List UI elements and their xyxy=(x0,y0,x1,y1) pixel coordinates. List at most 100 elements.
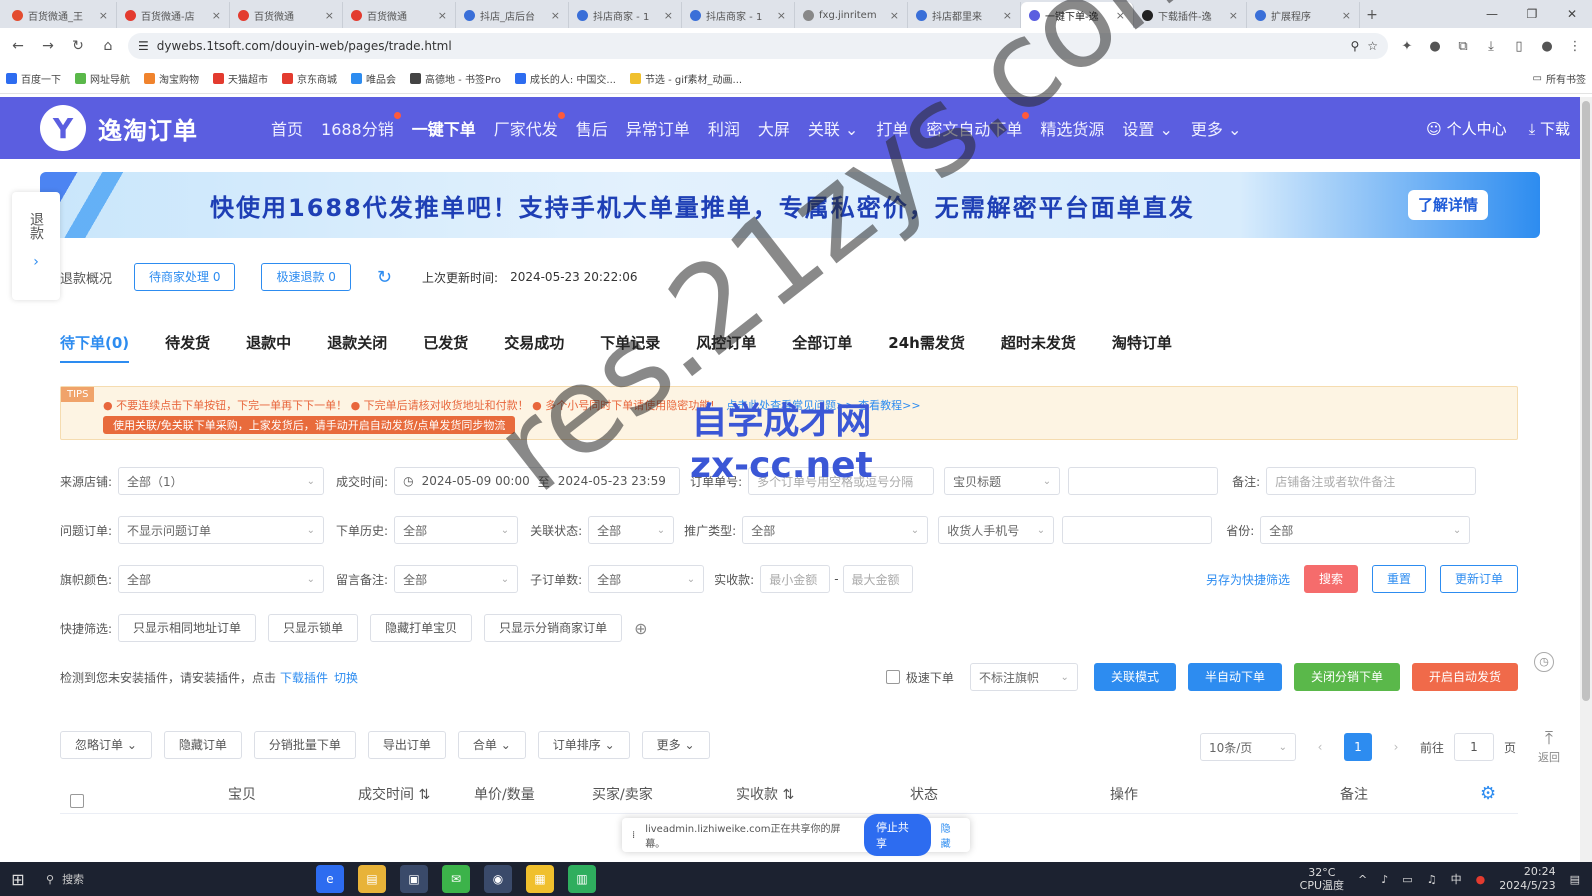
bookmark-item[interactable]: 百度一下 xyxy=(6,71,61,86)
edge-icon[interactable]: e xyxy=(316,865,344,893)
status-tab[interactable]: 全部订单 xyxy=(792,332,870,363)
half-auto-order-button[interactable]: 半自动下单 xyxy=(1187,663,1282,691)
remark-input[interactable]: 店铺备注或者软件备注 xyxy=(1266,467,1477,495)
tips-help-link[interactable]: 点击此处查看常见问题>> 查看教程>> xyxy=(726,399,920,412)
notification-icon[interactable]: ▤ xyxy=(1570,873,1580,886)
sidebar-icon[interactable]: ▯ xyxy=(1510,39,1528,54)
bookmark-star-icon[interactable]: ☆ xyxy=(1367,39,1378,53)
browser-tab[interactable]: 抖店都里来 × xyxy=(908,2,1021,28)
zoom-icon[interactable]: ⚲ xyxy=(1350,39,1359,53)
status-tab[interactable]: 已发货 xyxy=(423,332,486,363)
history-select[interactable]: 全部 ⌄ xyxy=(394,516,519,544)
personal-center-link[interactable]: ☺ 个人中心 xyxy=(1426,118,1506,139)
bookmark-item[interactable]: 淘宝购物 xyxy=(144,71,199,86)
nav-item[interactable]: 密文自动下单 xyxy=(917,112,1031,140)
profile-icon[interactable]: ● xyxy=(1538,39,1556,54)
status-tab[interactable]: 下单记录 xyxy=(600,332,678,363)
time-range-picker[interactable]: ◷ 2024-05-09 00:00 至 2024-05-23 23:59 xyxy=(394,467,681,495)
spreadsheet-icon[interactable]: ▥ xyxy=(568,865,596,893)
taskbar-search[interactable]: ⚲ 搜索 xyxy=(36,871,276,887)
auto-ship-button[interactable]: 开启自动发货 xyxy=(1411,663,1518,691)
phone-input[interactable] xyxy=(1062,516,1213,544)
problem-select[interactable]: 不显示问题订单 ⌄ xyxy=(118,516,325,544)
browser-tab[interactable]: 百货微通_王 × xyxy=(4,2,117,28)
nav-item[interactable]: 首页 xyxy=(262,116,312,140)
quick-filter-hide-printed[interactable]: 隐藏打单宝贝 xyxy=(370,614,473,642)
status-tab[interactable]: 待下单(0) xyxy=(60,332,147,363)
tray-chevron-icon[interactable]: ^ xyxy=(1358,873,1367,886)
quick-filter-same-address[interactable]: 只显示相同地址订单 xyxy=(118,614,257,642)
search-button[interactable]: 搜索 xyxy=(1303,565,1358,593)
restore-icon[interactable]: ❐ xyxy=(1512,0,1552,28)
order-no-input[interactable]: 多个订单号用空格或逗号分隔 xyxy=(748,467,935,495)
menu-icon[interactable]: ⋮ xyxy=(1566,39,1584,54)
history-icon[interactable]: ◷ xyxy=(1534,652,1554,672)
back-to-top-button[interactable]: ⤒ 返回 xyxy=(1538,728,1560,765)
title-input[interactable] xyxy=(1068,467,1219,495)
quick-filter-locked[interactable]: 只显示锁单 xyxy=(268,614,359,642)
wechat-icon[interactable]: ✉ xyxy=(442,865,470,893)
page-scrollbar[interactable] xyxy=(1580,97,1592,862)
bookmark-item[interactable]: 京东商城 xyxy=(282,71,337,86)
pending-merchant-button[interactable]: 待商家处理 0 xyxy=(134,263,236,291)
browser-tab[interactable]: 百货微通 × xyxy=(343,2,456,28)
close-icon[interactable]: × xyxy=(212,9,221,22)
amount-min-input[interactable]: 最小金额 xyxy=(760,565,831,593)
bookmark-item[interactable]: 成长的人: 中国交... xyxy=(514,71,616,86)
nav-item[interactable]: 打单 xyxy=(867,116,917,140)
download-link[interactable]: ⤓ 下载 xyxy=(1529,118,1570,139)
scrollbar-thumb[interactable] xyxy=(1582,101,1590,701)
app-logo[interactable]: Y 逸淘订单 xyxy=(40,105,250,151)
merge-orders-button[interactable]: 合单 ⌄ xyxy=(457,731,526,759)
prev-page-icon[interactable]: ‹ xyxy=(1306,733,1334,761)
taskbar-clock[interactable]: 20:24 2024/5/23 xyxy=(1499,865,1555,893)
sort-orders-button[interactable]: 订单排序 ⌄ xyxy=(537,731,630,759)
ime-icon[interactable]: 中 xyxy=(1451,871,1462,887)
nav-item[interactable]: 大屏 xyxy=(749,116,799,140)
stop-share-button[interactable]: 停止共享 xyxy=(863,814,931,856)
browser-tab[interactable]: 扩展程序 × xyxy=(1247,2,1360,28)
relation-select[interactable]: 全部 ⌄ xyxy=(588,516,675,544)
all-bookmarks-folder[interactable]: ▭ 所有书签 xyxy=(1533,71,1586,86)
quick-filter-distributor[interactable]: 只显示分销商家订单 xyxy=(484,614,623,642)
close-icon[interactable]: × xyxy=(1003,9,1012,22)
antivirus-icon[interactable]: ● xyxy=(1476,873,1486,886)
mic-icon[interactable]: ♪ xyxy=(1381,873,1388,886)
goto-page-input[interactable]: 1 xyxy=(1453,733,1494,761)
bookmark-item[interactable]: 天猫超市 xyxy=(213,71,268,86)
switch-link[interactable]: 切换 xyxy=(334,669,358,686)
banner-learn-more-button[interactable]: 了解详情 xyxy=(1407,190,1488,220)
browser-tab[interactable]: 一键下单-逸 × xyxy=(1021,2,1134,28)
gear-icon[interactable]: ⚙ xyxy=(1480,783,1496,804)
nav-item[interactable]: 设置 ⌄ xyxy=(1113,116,1182,140)
checkbox-box[interactable] xyxy=(885,670,900,684)
amount-max-input[interactable]: 最大金额 xyxy=(842,565,913,593)
close-icon[interactable]: × xyxy=(664,9,673,22)
export-orders-button[interactable]: 导出订单 xyxy=(367,731,446,759)
nav-item[interactable]: 售后 xyxy=(567,116,617,140)
fast-refund-button[interactable]: 极速退款 0 xyxy=(261,263,351,291)
flag-select[interactable]: 全部 ⌄ xyxy=(118,565,325,593)
title-select[interactable]: 宝贝标题 ⌄ xyxy=(944,467,1061,495)
mark-flag-select[interactable]: 不标注旗帜 ⌄ xyxy=(969,663,1078,691)
browser-tab[interactable]: fxg.jinritem × xyxy=(795,2,908,28)
nav-item[interactable]: 关联 ⌄ xyxy=(799,116,868,140)
col-time[interactable]: 成交时间 ⇅ xyxy=(358,784,430,804)
promo-select[interactable]: 全部 ⌄ xyxy=(742,516,929,544)
col-paid[interactable]: 实收款 ⇅ xyxy=(736,784,794,804)
refresh-icon[interactable]: ↻ xyxy=(377,267,392,288)
download-icon[interactable]: ⤓ xyxy=(1482,39,1500,54)
suborder-select[interactable]: 全部 ⌄ xyxy=(588,565,705,593)
close-icon[interactable]: × xyxy=(1116,9,1125,22)
nav-item[interactable]: 利润 xyxy=(699,116,749,140)
status-tab[interactable]: 淘特订单 xyxy=(1112,332,1190,363)
shop-select[interactable]: 全部（1） ⌄ xyxy=(118,467,325,495)
home-icon[interactable]: ⌂ xyxy=(98,38,118,54)
share-grip-icon[interactable]: ⁞ xyxy=(632,830,635,841)
status-tab[interactable]: 24h需发货 xyxy=(888,332,983,363)
hide-orders-button[interactable]: 隐藏订单 xyxy=(163,731,242,759)
status-tab[interactable]: 退款中 xyxy=(246,332,309,363)
url-field[interactable]: ☰ dywebs.1tsoft.com/douyin-web/pages/tra… xyxy=(128,33,1388,59)
close-icon[interactable]: × xyxy=(551,9,560,22)
add-circle-icon[interactable]: ⊕ xyxy=(634,619,647,638)
